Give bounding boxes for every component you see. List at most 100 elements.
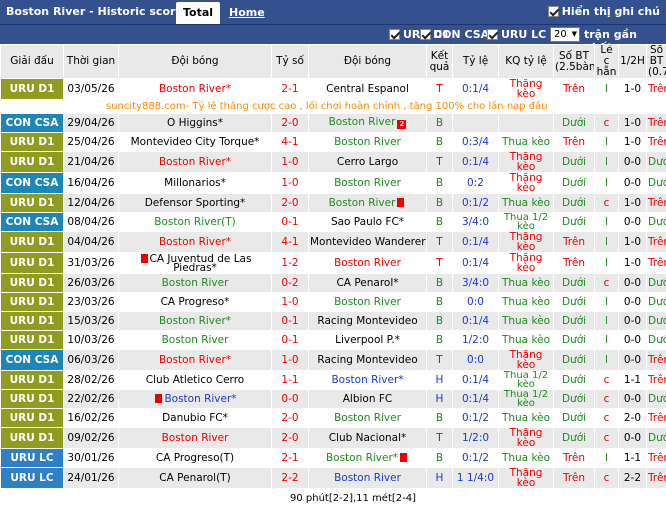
score-cell[interactable]: 2-0 [271, 113, 309, 133]
score-cell[interactable]: 0-2 [271, 273, 309, 293]
home-team-name[interactable]: Club Atletico Cerro [146, 374, 244, 386]
away-team-cell[interactable]: Boston River [308, 193, 427, 213]
away-team-name[interactable]: Central Espanol [326, 83, 409, 95]
home-team-name[interactable]: CA Penarol(T) [159, 472, 230, 484]
home-team-name[interactable]: Danubio FC* [162, 412, 228, 424]
away-team-name[interactable]: Liverpool P.* [335, 334, 400, 346]
league-cell[interactable]: URU D1 [0, 389, 64, 409]
score-cell[interactable]: 2-1 [271, 448, 309, 468]
league-cell[interactable]: URU LC [0, 448, 64, 468]
home-team-cell[interactable]: Boston River* [118, 311, 272, 331]
score-cell[interactable]: 1-0 [271, 349, 309, 371]
home-team-name[interactable]: Boston River [162, 334, 229, 346]
home-team-cell[interactable]: Boston River [118, 273, 272, 293]
filter-con-csa-box[interactable]: CON CSA [420, 28, 489, 41]
away-team-cell[interactable]: Montevideo Wanderers [308, 231, 427, 253]
away-team-name[interactable]: Boston River* [326, 452, 398, 464]
checkbox-icon[interactable] [389, 29, 400, 40]
league-cell[interactable]: CON CSA [0, 172, 64, 194]
home-team-name[interactable]: Boston River* [164, 393, 236, 405]
home-team-name[interactable]: CA Progreso(T) [156, 452, 234, 464]
home-team-cell[interactable]: Boston River [118, 427, 272, 449]
away-team-cell[interactable]: CA Penarol* [308, 273, 427, 293]
home-team-name[interactable]: Montevideo City Torque* [131, 136, 260, 148]
home-team-cell[interactable]: Danubio FC* [118, 408, 272, 428]
ad-banner-link[interactable]: suncity888.com- Tỷ lệ thắng cược cao , l… [0, 99, 666, 114]
home-team-cell[interactable]: Montevideo City Torque* [118, 132, 272, 152]
away-team-cell[interactable]: Boston River 2 [308, 113, 427, 133]
score-cell[interactable]: 2-0 [271, 427, 309, 449]
tab-total[interactable]: Total [176, 2, 220, 24]
score-cell[interactable]: 4-1 [271, 231, 309, 253]
home-team-cell[interactable]: Boston River* [118, 151, 272, 173]
away-team-name[interactable]: Boston River [334, 412, 401, 424]
filter-uru-lc[interactable]: URU LC [487, 28, 546, 41]
away-team-cell[interactable]: Boston River [308, 408, 427, 428]
home-team-cell[interactable]: Boston River(T) [118, 212, 272, 232]
home-team-name[interactable]: Boston River [162, 432, 229, 444]
away-team-cell[interactable]: Albion FC [308, 389, 427, 409]
away-team-cell[interactable]: Boston River [308, 252, 427, 274]
away-team-name[interactable]: Boston River [334, 257, 401, 269]
score-cell[interactable]: 1-0 [271, 172, 309, 194]
away-team-name[interactable]: Boston River [334, 296, 401, 308]
away-team-name[interactable]: Boston River [329, 116, 396, 128]
home-team-name[interactable]: Boston River* [159, 156, 231, 168]
away-team-name[interactable]: CA Penarol* [336, 277, 398, 289]
away-team-cell[interactable]: Racing Montevideo [308, 349, 427, 371]
league-cell[interactable]: URU D1 [0, 273, 64, 293]
score-cell[interactable]: 4-1 [271, 132, 309, 152]
away-team-cell[interactable]: Cerro Largo [308, 151, 427, 173]
home-team-cell[interactable]: CA Penarol(T) [118, 467, 272, 489]
league-cell[interactable]: URU D1 [0, 252, 64, 274]
home-team-cell[interactable]: Boston River [118, 330, 272, 350]
league-cell[interactable]: CON CSA [0, 212, 64, 232]
away-team-cell[interactable]: Racing Montevideo [308, 311, 427, 331]
away-team-cell[interactable]: Club Nacional* [308, 427, 427, 449]
score-cell[interactable]: 0-1 [271, 311, 309, 331]
score-cell[interactable]: 1-1 [271, 370, 309, 390]
league-cell[interactable]: URU D1 [0, 408, 64, 428]
home-team-cell[interactable]: CA Juventud de Las Piedras* [118, 252, 272, 274]
home-team-cell[interactable]: CA Progreso* [118, 292, 272, 312]
league-cell[interactable]: URU D1 [0, 311, 64, 331]
home-team-name[interactable]: Boston River(T) [154, 216, 235, 228]
checkbox-icon[interactable] [420, 29, 431, 40]
league-cell[interactable]: URU D1 [0, 151, 64, 173]
away-team-cell[interactable]: Boston River [308, 467, 427, 489]
home-team-cell[interactable]: Club Atletico Cerro [118, 370, 272, 390]
league-cell[interactable]: URU D1 [0, 193, 64, 213]
away-team-cell[interactable]: Sao Paulo FC* [308, 212, 427, 232]
score-cell[interactable]: 2-1 [271, 78, 309, 100]
home-team-cell[interactable]: Millonarios* [118, 172, 272, 194]
home-team-name[interactable]: Boston River* [159, 315, 231, 327]
league-cell[interactable]: URU D1 [0, 231, 64, 253]
league-cell[interactable]: URU D1 [0, 427, 64, 449]
away-team-name[interactable]: Montevideo Wanderers [310, 236, 426, 248]
away-team-name[interactable]: Albion FC [343, 393, 392, 405]
score-cell[interactable]: 2-2 [271, 467, 309, 489]
league-cell[interactable]: CON CSA [0, 349, 64, 371]
home-team-name[interactable]: Boston River* [159, 354, 231, 366]
home-team-cell[interactable]: Boston River* [118, 231, 272, 253]
league-cell[interactable]: URU D1 [0, 78, 64, 100]
away-team-name[interactable]: Cerro Largo [337, 156, 398, 168]
home-team-cell[interactable]: O Higgins* [118, 113, 272, 133]
score-cell[interactable]: 0-1 [271, 330, 309, 350]
away-team-name[interactable]: Racing Montevideo [317, 315, 417, 327]
away-team-cell[interactable]: Boston River [308, 292, 427, 312]
home-team-name[interactable]: CA Progreso* [161, 296, 230, 308]
away-team-name[interactable]: Racing Montevideo [317, 354, 417, 366]
score-cell[interactable]: 0-0 [271, 389, 309, 409]
score-cell[interactable]: 1-0 [271, 292, 309, 312]
away-team-name[interactable]: Boston River [334, 136, 401, 148]
score-cell[interactable]: 1-2 [271, 252, 309, 274]
away-team-name[interactable]: Boston River [334, 472, 401, 484]
away-team-name[interactable]: Boston River [329, 197, 396, 209]
home-team-name[interactable]: Boston River* [159, 83, 231, 95]
away-team-cell[interactable]: Boston River [308, 172, 427, 194]
home-team-cell[interactable]: Boston River* [118, 349, 272, 371]
show-notes-toggle[interactable]: Hiển thị ghi chú [547, 5, 660, 18]
score-cell[interactable]: 0-1 [271, 212, 309, 232]
home-team-cell[interactable]: Boston River* [118, 78, 272, 100]
